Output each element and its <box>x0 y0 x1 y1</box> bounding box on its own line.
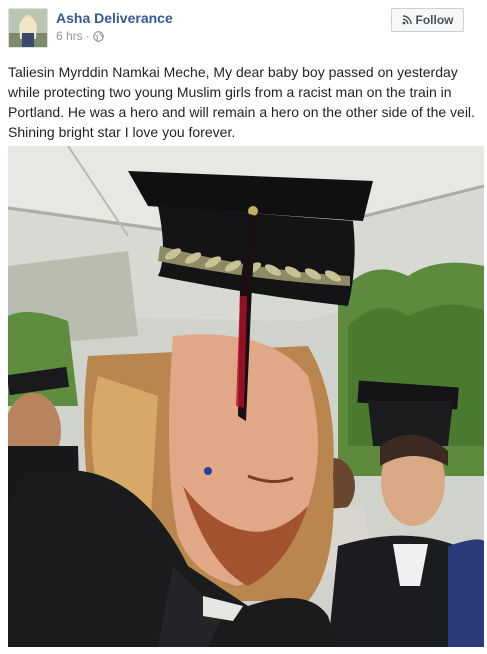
globe-icon[interactable] <box>92 30 104 42</box>
post-text: Taliesin Myrddin Namkai Meche, My dear b… <box>8 64 475 140</box>
avatar-image <box>9 9 47 47</box>
post-header: Asha Deliverance 6 hrs · Follow <box>0 0 487 52</box>
follow-button[interactable]: Follow <box>391 8 464 32</box>
post-timestamp[interactable]: 6 hrs <box>56 29 83 43</box>
author-name[interactable]: Asha Deliverance <box>56 10 173 26</box>
graduation-photo <box>8 146 484 647</box>
post-photo[interactable] <box>8 146 484 647</box>
follow-label: Follow <box>415 13 454 27</box>
facebook-post: Asha Deliverance 6 hrs · Follow Taliesin… <box>0 0 487 654</box>
meta-separator: · <box>85 29 90 43</box>
post-meta: 6 hrs · <box>56 29 104 43</box>
rss-icon <box>402 15 412 25</box>
author-avatar[interactable] <box>8 8 48 48</box>
